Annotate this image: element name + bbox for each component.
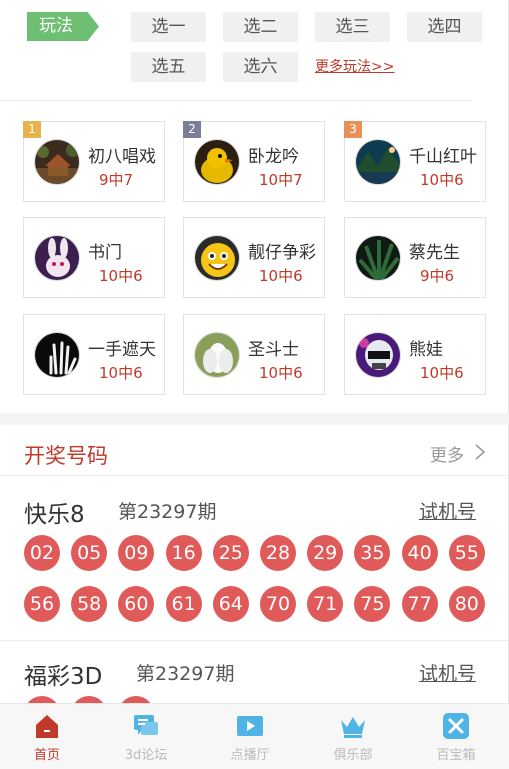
draw-section-title: 开奖号码 xyxy=(24,444,108,468)
expert-name: 熊娃 xyxy=(409,340,443,360)
chevron-right-icon[interactable] xyxy=(474,443,486,461)
number-ball: 55 xyxy=(448,535,485,571)
number-ball: 05 xyxy=(71,535,108,571)
expert-card[interactable]: 圣斗士 10中6 xyxy=(183,314,325,395)
expert-card[interactable]: 1 初八唱戏 9中7 xyxy=(23,121,165,202)
number-ball: 02 xyxy=(24,535,60,571)
avatar xyxy=(194,332,240,378)
hit-record: 10中6 xyxy=(420,364,464,382)
number-ball: 64 xyxy=(212,586,249,622)
expert-name: 初八唱戏 xyxy=(88,147,156,167)
home-icon xyxy=(36,715,58,738)
hit-record: 9中7 xyxy=(99,171,134,189)
avatar xyxy=(355,139,401,185)
expert-card[interactable]: 靓仔争彩 10中6 xyxy=(183,217,325,298)
number-ball: 77 xyxy=(401,586,438,622)
expert-card[interactable]: 一手遮天 10中6 xyxy=(23,314,165,395)
tab-home[interactable]: 首页 xyxy=(0,704,97,769)
hit-record: 10中6 xyxy=(259,267,303,285)
tab-forum[interactable]: 3d论坛 xyxy=(96,704,196,769)
expert-card[interactable]: 熊娃 10中6 xyxy=(344,314,486,395)
number-ball: 28 xyxy=(260,535,296,571)
play-selector: 玩法 选一 选二 选三 选四 选五 选六 更多玩法>> xyxy=(0,0,509,102)
hit-record: 10中6 xyxy=(99,267,143,285)
tab-video[interactable]: 点播厅 xyxy=(200,704,300,769)
number-ball: 70 xyxy=(260,586,296,622)
rank-badge: 3 xyxy=(344,121,362,138)
number-ball: 16 xyxy=(165,535,202,571)
number-ball: 58 xyxy=(71,586,108,622)
option-select-3[interactable]: 选三 xyxy=(315,12,390,42)
number-ball: 75 xyxy=(354,586,391,622)
test-number-link[interactable]: 试机号 xyxy=(419,659,476,686)
hit-record: 10中6 xyxy=(420,171,464,189)
expert-name: 圣斗士 xyxy=(248,340,299,360)
issue-number: 第23297期 xyxy=(136,663,235,685)
hit-record: 10中6 xyxy=(99,364,143,382)
expert-name: 一手遮天 xyxy=(88,340,156,360)
expert-card[interactable]: 蔡先生 9中6 xyxy=(344,217,486,298)
avatar xyxy=(194,235,240,281)
tab-club[interactable]: 俱乐部 xyxy=(303,704,403,769)
divider xyxy=(0,100,472,101)
test-number-link[interactable]: 试机号 xyxy=(419,497,476,524)
toolbox-icon xyxy=(443,713,469,739)
tab-label: 3d论坛 xyxy=(124,748,168,763)
tab-label: 点播厅 xyxy=(230,748,270,763)
more-plays-link[interactable]: 更多玩法>> xyxy=(315,56,394,76)
divider xyxy=(0,475,509,476)
issue-number: 第23297期 xyxy=(118,501,217,523)
avatar xyxy=(355,332,401,378)
expert-name: 卧龙吟 xyxy=(248,147,299,167)
hit-record: 10中7 xyxy=(259,171,303,189)
option-select-5[interactable]: 选五 xyxy=(131,52,206,82)
expert-name: 书门 xyxy=(88,243,122,263)
expert-card[interactable]: 3 千山红叶 10中6 xyxy=(344,121,486,202)
rank-badge: 1 xyxy=(23,121,41,138)
option-select-2[interactable]: 选二 xyxy=(223,12,298,42)
avatar xyxy=(194,139,240,185)
number-ball: 25 xyxy=(212,535,249,571)
expert-name: 蔡先生 xyxy=(409,243,460,263)
number-ball: 40 xyxy=(401,535,438,571)
expert-name: 千山红叶 xyxy=(409,147,477,167)
option-select-6[interactable]: 选六 xyxy=(223,52,298,82)
avatar xyxy=(355,235,401,281)
crown-icon xyxy=(341,717,365,738)
section-gap xyxy=(0,413,509,425)
expert-name: 靓仔争彩 xyxy=(248,243,316,263)
number-ball: 56 xyxy=(24,586,60,622)
play-tag: 玩法 xyxy=(27,12,99,41)
hit-record: 9中6 xyxy=(420,267,455,285)
tab-label: 首页 xyxy=(33,748,60,763)
bottom-tab-bar: 首页 3d论坛 点播厅 俱乐部 百宝箱 xyxy=(0,703,509,769)
avatar xyxy=(34,332,80,378)
option-select-4[interactable]: 选四 xyxy=(407,12,482,42)
video-icon xyxy=(237,716,263,736)
game-name: 快乐8 xyxy=(24,502,85,528)
avatar xyxy=(34,139,80,185)
number-ball: 71 xyxy=(307,586,344,622)
tab-label: 俱乐部 xyxy=(333,748,373,763)
expert-card[interactable]: 2 卧龙吟 10中7 xyxy=(183,121,325,202)
number-ball: 09 xyxy=(118,535,155,571)
tab-label: 百宝箱 xyxy=(436,748,476,763)
divider xyxy=(0,640,509,641)
expert-card[interactable]: 书门 10中6 xyxy=(23,217,165,298)
game-name: 福彩3D xyxy=(24,664,103,690)
number-ball: 29 xyxy=(307,535,344,571)
rank-badge: 2 xyxy=(183,121,201,138)
number-ball: 80 xyxy=(448,586,485,622)
option-select-1[interactable]: 选一 xyxy=(131,12,206,42)
tab-toolbox[interactable]: 百宝箱 xyxy=(406,704,506,769)
number-ball: 35 xyxy=(354,535,391,571)
number-ball: 60 xyxy=(118,586,155,622)
draw-more-link[interactable]: 更多 xyxy=(430,441,464,466)
avatar xyxy=(34,235,80,281)
forum-icon xyxy=(134,715,158,735)
number-ball: 61 xyxy=(165,586,202,622)
hit-record: 10中6 xyxy=(259,364,303,382)
